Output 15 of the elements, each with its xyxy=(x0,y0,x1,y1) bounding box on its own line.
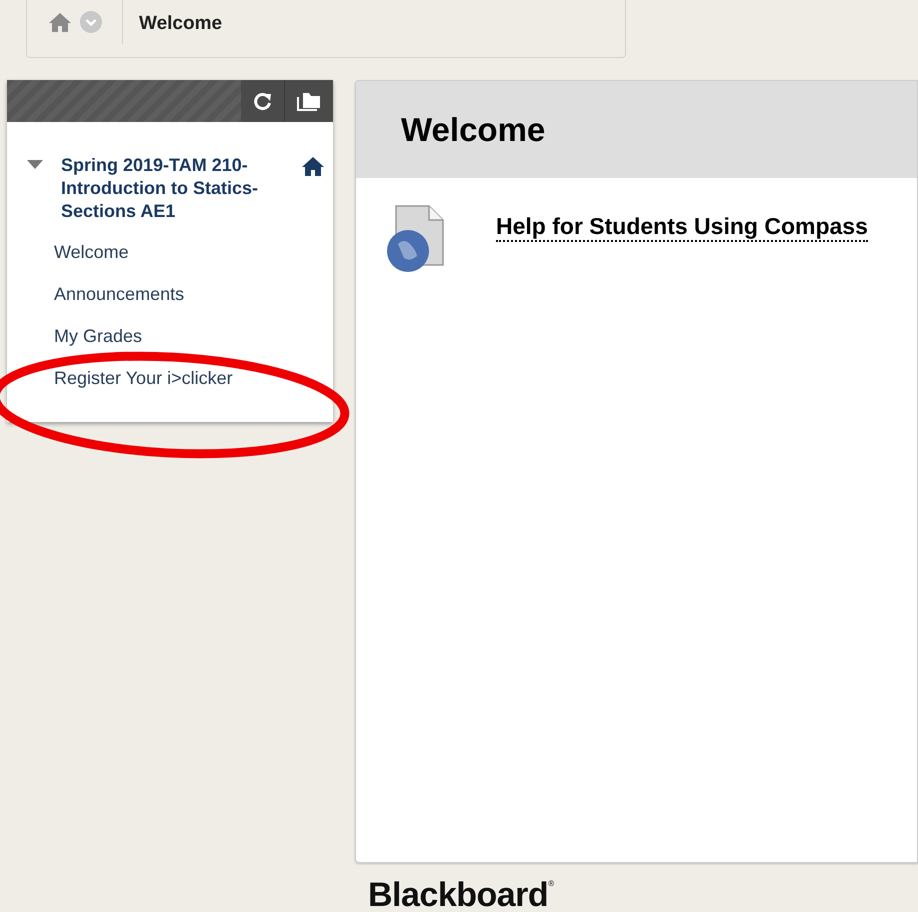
registered-mark: ® xyxy=(548,879,554,889)
refresh-icon xyxy=(252,91,272,111)
home-icon[interactable] xyxy=(301,156,325,176)
help-link[interactable]: Help for Students Using Compass xyxy=(496,212,868,242)
folder-icon xyxy=(297,91,321,111)
course-title-link[interactable]: Spring 2019-TAM 210-Introduction to Statics-Sections AE1 xyxy=(61,154,289,223)
menu-link[interactable]: Announcements xyxy=(54,273,184,315)
menu-link[interactable]: My Grades xyxy=(54,315,142,357)
refresh-button[interactable] xyxy=(241,80,285,122)
folder-view-button[interactable] xyxy=(285,80,333,122)
page-title: Welcome xyxy=(401,110,546,150)
collapse-triangle-icon[interactable] xyxy=(27,160,43,170)
menu-link[interactable]: Welcome xyxy=(54,231,129,273)
brand-logo: Blackboard xyxy=(368,875,548,912)
breadcrumb-current: Welcome xyxy=(139,12,222,36)
